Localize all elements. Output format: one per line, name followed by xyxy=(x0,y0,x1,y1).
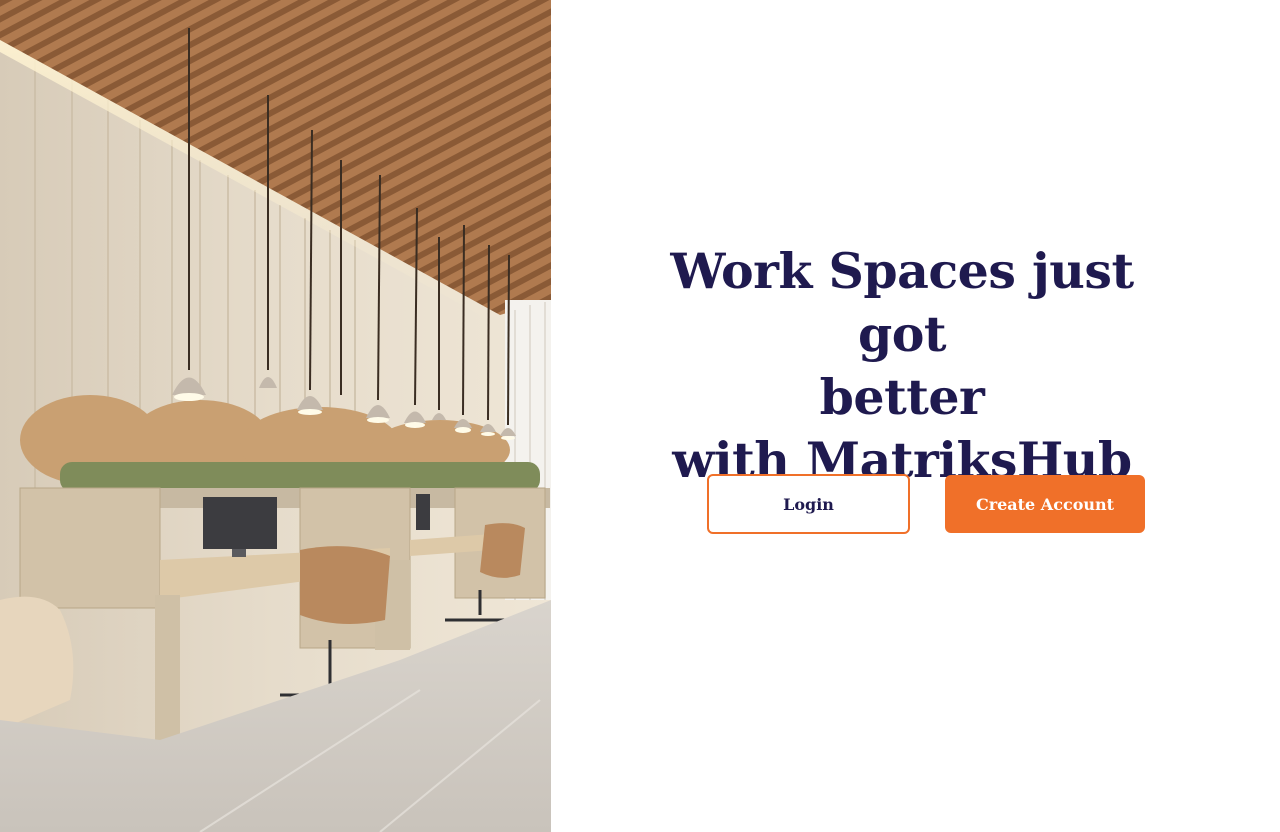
landing-page: Work Spaces just got better with Matriks… xyxy=(0,0,1280,832)
office-workspace-image xyxy=(0,0,551,832)
page-headline: Work Spaces just got better with Matriks… xyxy=(641,240,1163,492)
create-account-button[interactable]: Create Account xyxy=(945,475,1145,533)
auth-panel: Work Spaces just got better with Matriks… xyxy=(551,0,1280,832)
headline-line-1: Work Spaces just got xyxy=(670,242,1134,363)
login-button[interactable]: Login xyxy=(707,474,910,534)
headline-line-2: better xyxy=(819,368,985,426)
